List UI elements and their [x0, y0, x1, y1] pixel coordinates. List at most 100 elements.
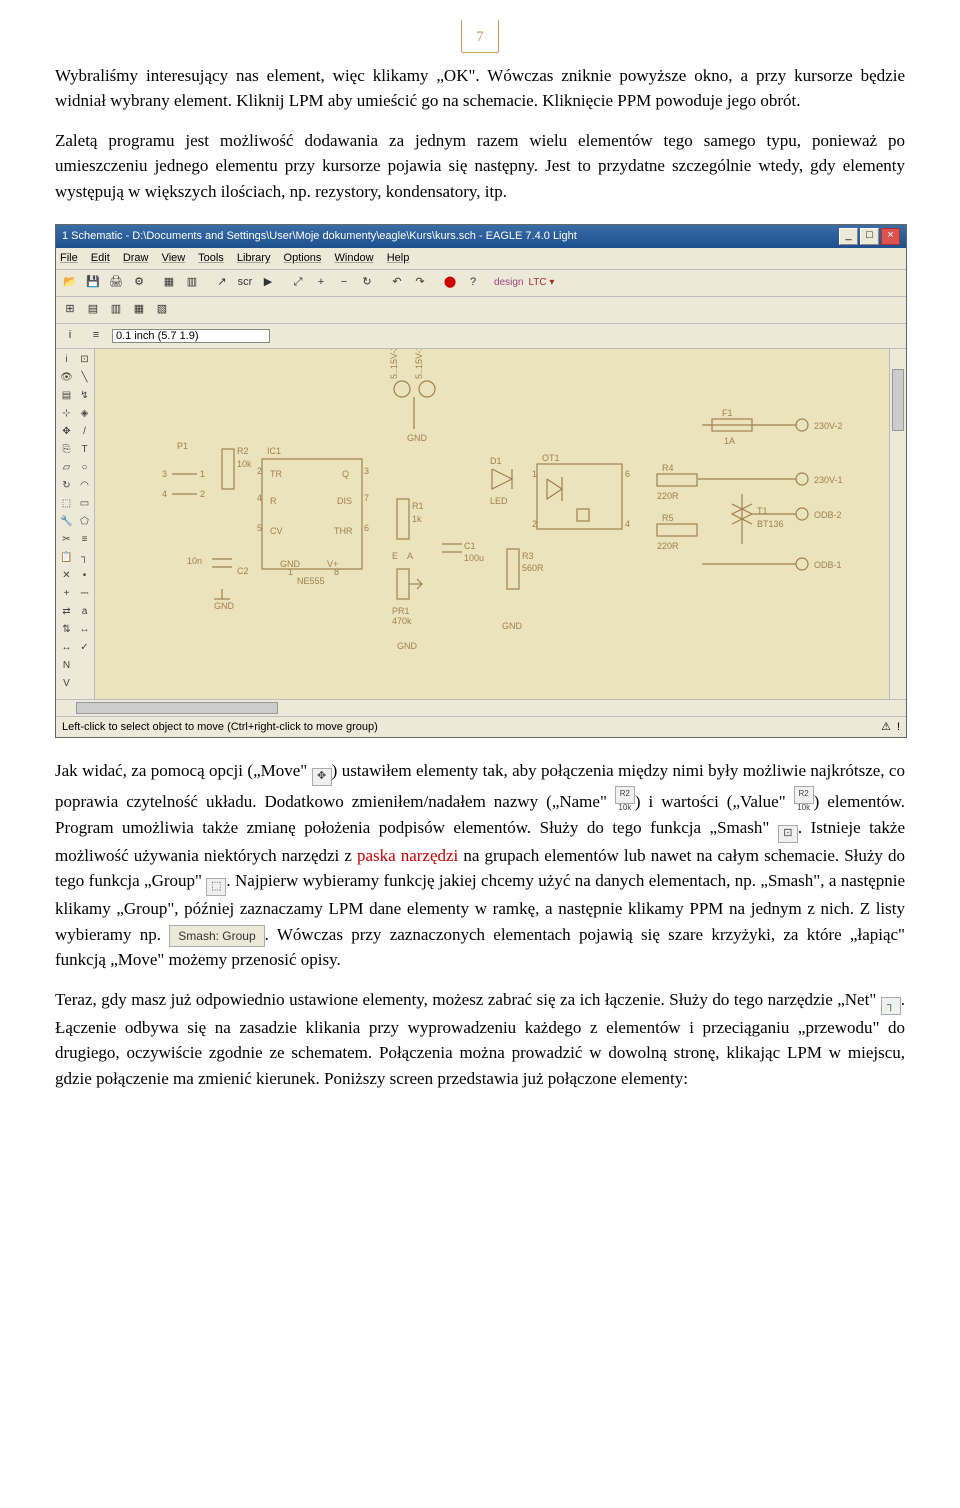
layer2-icon[interactable]: ▥ — [106, 300, 126, 320]
move-icon: ✥ — [312, 768, 332, 786]
tool-board-icon[interactable]: ▦ — [159, 273, 179, 293]
schematic-canvas[interactable]: 5..15V-2 5..15V-1 GND P1 3 4 1 2 R2 10k — [95, 349, 889, 699]
mirror-tool-icon[interactable]: ▱ — [58, 459, 75, 476]
tool-redo-icon[interactable]: ↷ — [410, 273, 430, 293]
menu-library[interactable]: Library — [237, 252, 271, 264]
replace-tool-icon[interactable]: ↔ — [58, 639, 75, 656]
arc-tool-icon[interactable]: ◠ — [76, 477, 93, 494]
svg-text:1: 1 — [200, 469, 205, 479]
grid-icon[interactable]: ⊞ — [60, 300, 80, 320]
add-tool-icon[interactable]: + — [58, 585, 75, 602]
miter-tool-icon[interactable]: ╲ — [76, 369, 93, 386]
horizontal-scrollbar[interactable] — [56, 699, 906, 716]
copy-tool-icon[interactable]: ⎘ — [58, 441, 75, 458]
svg-text:THR: THR — [334, 526, 353, 536]
status-ok-icon[interactable]: ! — [897, 719, 900, 736]
tool-print-icon[interactable]: 🖨 — [106, 273, 126, 293]
show-tool-icon[interactable]: 👁 — [58, 369, 75, 386]
bus-tool-icon[interactable]: ≡ — [76, 531, 93, 548]
svg-text:220R: 220R — [657, 541, 679, 551]
rotate-tool-icon[interactable]: ↻ — [58, 477, 75, 494]
status-warn-icon[interactable]: ⚠ — [881, 719, 891, 736]
tool-cam-icon[interactable]: ⚙ — [129, 273, 149, 293]
maximize-button[interactable]: □ — [860, 228, 879, 245]
svg-text:1: 1 — [288, 567, 293, 577]
info-tool-icon[interactable]: i — [58, 351, 75, 368]
net-tool-icon[interactable]: ┐ — [76, 549, 93, 566]
tool-script-icon[interactable]: scr — [235, 273, 255, 293]
tool-zoom-fit-icon[interactable]: ⤢ — [288, 273, 308, 293]
svg-text:230V-1: 230V-1 — [814, 475, 843, 485]
smash-tool-icon[interactable]: ⊡ — [76, 351, 93, 368]
svg-text:GND: GND — [397, 641, 418, 651]
tool-use-icon[interactable]: ↗ — [212, 273, 232, 293]
info-icon[interactable]: i — [60, 326, 80, 346]
menu-file[interactable]: File — [60, 252, 78, 264]
move-tool-icon[interactable]: ✥ — [58, 423, 75, 440]
tool-zoom-out-icon[interactable]: − — [334, 273, 354, 293]
display-tool-icon[interactable]: ▤ — [58, 387, 75, 404]
tool-zoom-in-icon[interactable]: + — [311, 273, 331, 293]
group-tool-icon[interactable]: ⬚ — [58, 495, 75, 512]
erc-tool-icon[interactable]: ✓ — [76, 639, 93, 656]
tool-go-icon[interactable]: ? — [463, 273, 483, 293]
attribute-tool-icon[interactable]: a — [76, 603, 93, 620]
change-tool-icon[interactable]: 🔧 — [58, 513, 75, 530]
svg-text:GND: GND — [407, 433, 428, 443]
paste-tool-icon[interactable]: 📋 — [58, 549, 75, 566]
value-icon: R210k — [794, 786, 814, 804]
gateswap-tool-icon[interactable]: ⇅ — [58, 621, 75, 638]
tool-sheet-icon[interactable]: ▥ — [182, 273, 202, 293]
svg-text:4: 4 — [162, 489, 167, 499]
svg-text:Q: Q — [342, 469, 349, 479]
poly-tool-icon[interactable]: ⬠ — [76, 513, 93, 530]
cut-tool-icon[interactable]: ✂ — [58, 531, 75, 548]
tool-run-icon[interactable]: ▶ — [258, 273, 278, 293]
delete-tool-icon[interactable]: ✕ — [58, 567, 75, 584]
svg-text:R: R — [270, 496, 277, 506]
paragraph-2: Zaletą programu jest możliwość dodawania… — [55, 128, 905, 205]
tool-open-icon[interactable]: 📂 — [60, 273, 80, 293]
dimension-tool-icon[interactable]: ↔ — [76, 621, 93, 638]
invoke-tool-icon[interactable]: ◈ — [76, 405, 93, 422]
svg-text:BT136: BT136 — [757, 519, 784, 529]
minimize-button[interactable]: _ — [839, 228, 858, 245]
menu-help[interactable]: Help — [387, 252, 410, 264]
name-tool-icon[interactable]: N — [58, 657, 75, 674]
tool-save-icon[interactable]: 💾 — [83, 273, 103, 293]
menu-tools[interactable]: Tools — [198, 252, 224, 264]
menu-window[interactable]: Window — [335, 252, 374, 264]
rect-tool-icon[interactable]: ▭ — [76, 495, 93, 512]
vertical-scrollbar[interactable] — [889, 349, 906, 699]
mark-tool-icon[interactable]: ⊹ — [58, 405, 75, 422]
designlink-icon[interactable]: design — [493, 273, 524, 293]
layer4-icon[interactable]: ▧ — [152, 300, 172, 320]
paragraph-3: Jak widać, za pomocą opcji („Move" ✥) us… — [55, 758, 905, 973]
value-tool-icon[interactable]: V — [58, 675, 75, 692]
coord-input[interactable] — [112, 329, 270, 343]
svg-text:4: 4 — [625, 519, 630, 529]
svg-text:GND: GND — [214, 601, 235, 611]
ltspice-icon[interactable]: LTC ▾ — [527, 273, 555, 293]
tool-redraw-icon[interactable]: ↻ — [357, 273, 377, 293]
tool-stop-icon[interactable]: ⬤ — [440, 273, 460, 293]
layers-icon[interactable]: ≡ — [86, 326, 106, 346]
menu-draw[interactable]: Draw — [123, 252, 149, 264]
svg-text:P1: P1 — [177, 441, 188, 451]
svg-text:R4: R4 — [662, 463, 674, 473]
wire-tool-icon[interactable]: / — [76, 423, 93, 440]
menu-view[interactable]: View — [162, 252, 186, 264]
circle-tool-icon[interactable]: ○ — [76, 459, 93, 476]
text-tool-icon[interactable]: T — [76, 441, 93, 458]
svg-text:F1: F1 — [722, 408, 733, 418]
layer1-icon[interactable]: ▤ — [83, 300, 103, 320]
close-button[interactable]: × — [881, 228, 900, 245]
tool-undo-icon[interactable]: ↶ — [387, 273, 407, 293]
label-tool-icon[interactable]: ⎓ — [76, 585, 93, 602]
menu-options[interactable]: Options — [284, 252, 322, 264]
layer3-icon[interactable]: ▦ — [129, 300, 149, 320]
split-tool-icon[interactable]: ↯ — [76, 387, 93, 404]
menu-edit[interactable]: Edit — [91, 252, 110, 264]
junction-tool-icon[interactable]: • — [76, 567, 93, 584]
pinswap-tool-icon[interactable]: ⇄ — [58, 603, 75, 620]
